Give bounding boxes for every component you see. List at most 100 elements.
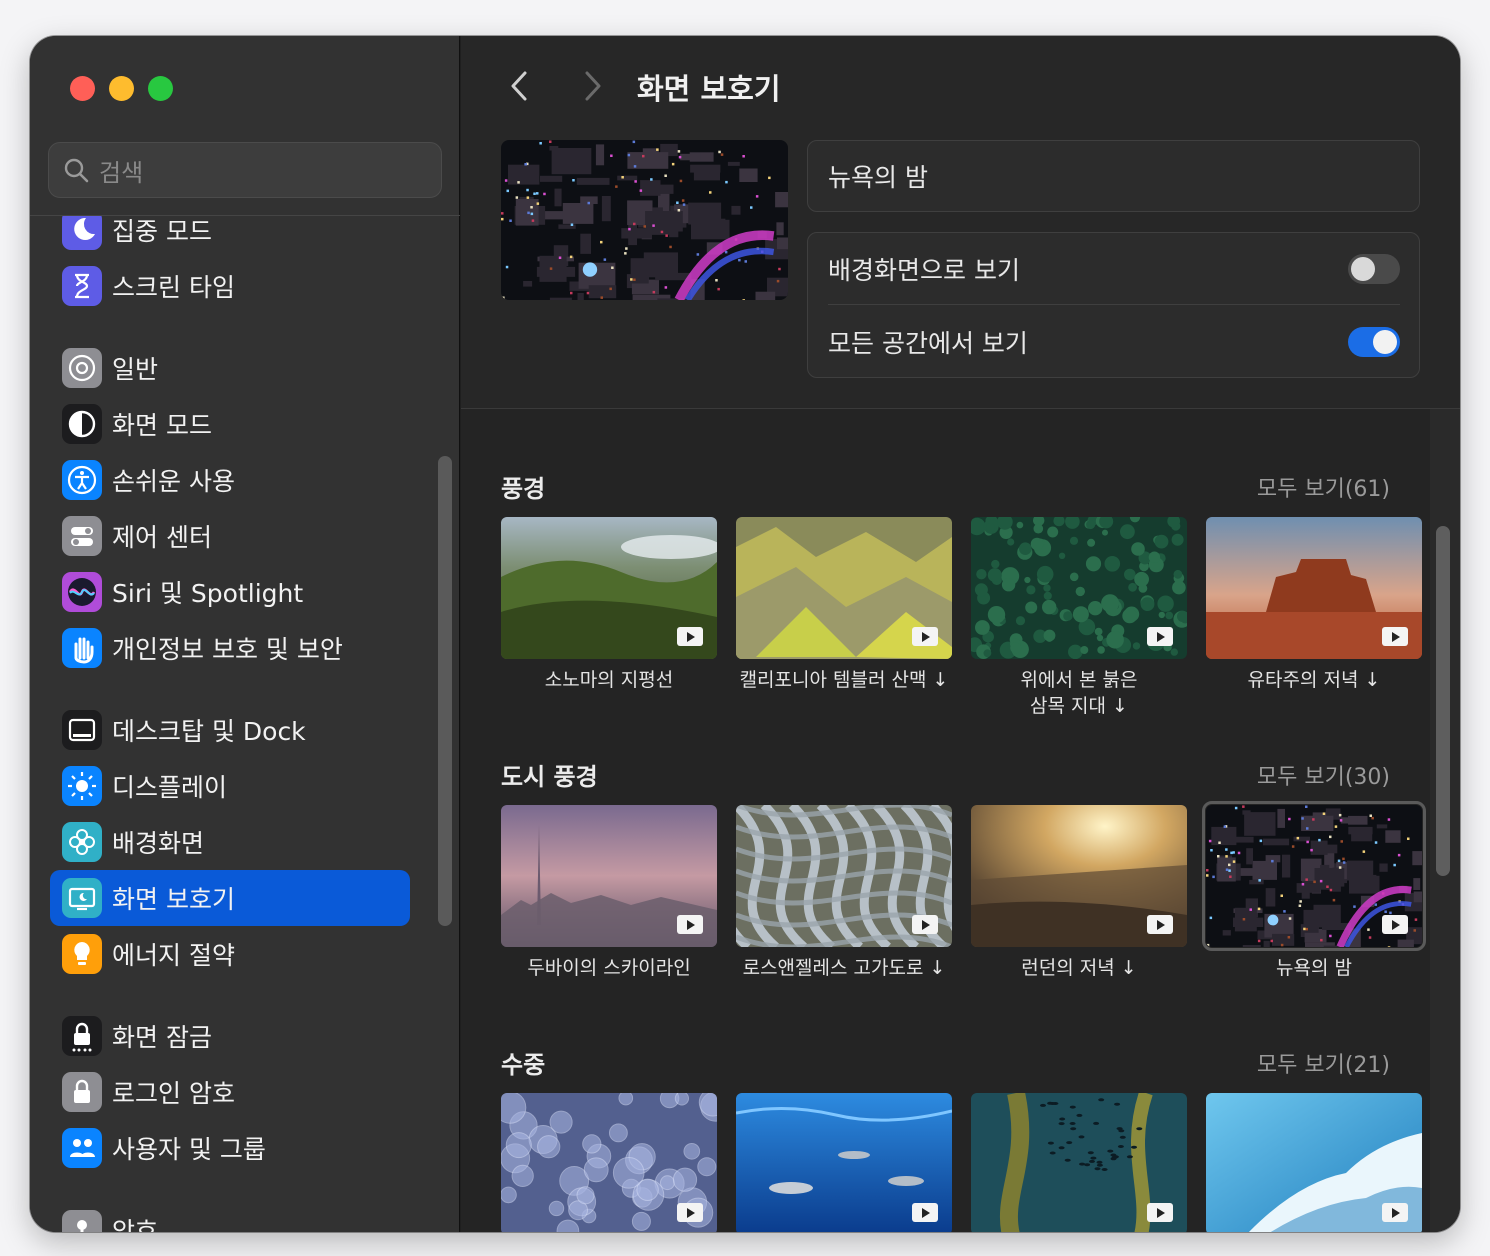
show-all-spaces-label: 모든 공간에서 보기 [828,329,1028,358]
screensaver-tile[interactable]: 타히티의 해안 ↓ [1206,1093,1422,1232]
screensaver-thumbnail [971,1093,1187,1232]
sidebar-item[interactable]: 제어 센터 [50,508,410,564]
screensaver-thumbnail [1206,517,1422,659]
sidebar-item-label: 화면 모드 [112,411,212,440]
screensaver-tile[interactable]: 두바이의 스카이라인 [501,805,717,981]
see-all-link[interactable]: 모두 보기(30) [1257,759,1390,791]
screensaver-caption: 캘리포니아 템블러 산맥 ↓ [736,667,952,693]
screensaver-tile[interactable]: 뉴욕의 밤 [1202,801,1426,981]
play-icon [677,1203,703,1222]
sidebar-list: 집중 모드스크린 타임일반화면 모드손쉬운 사용제어 센터 Siri 및 Spot… [30,216,460,1232]
sidebar-item-label: 디스플레이 [112,773,228,802]
sidebar-item[interactable]: 집중 모드 [50,216,410,258]
gear-icon [62,348,102,388]
sidebar-item-label: 배경화면 [112,829,205,858]
search-placeholder: 검색 [99,158,144,187]
screensaver-tile[interactable]: 알래스카 해파리 [501,1093,717,1232]
sidebar-item[interactable]: 사용자 및 그룹 [50,1120,410,1176]
screensaver-tile[interactable]: 캘리포니아 템블러 산맥 ↓ [736,517,952,693]
close-button[interactable] [70,76,95,101]
screensaver-tile[interactable]: 런던의 저녁 ↓ [971,805,1187,981]
sidebar-item-label: 로그인 암호 [112,1079,235,1108]
play-icon [912,627,938,646]
screensaver-thumbnail [501,1093,717,1232]
sidebar-item-label: 일반 [112,355,159,384]
screensaver-caption: 로스앤젤레스 고가도로 ↓ [736,955,952,981]
caption-line: 위에서 본 붉은 [1020,669,1138,691]
category-title: 수중 [501,1051,546,1079]
screensaver-preview [501,140,788,300]
sidebar-item[interactable]: 데스크탑 및 Dock [50,702,410,758]
screensaver-thumbnail [1206,1093,1422,1232]
play-icon [912,1203,938,1222]
screensaver-name: 뉴욕의 밤 [807,140,1420,212]
sidebar-item[interactable]: 화면 잠금 [50,1008,410,1064]
screensaver-caption: 런던의 저녁 ↓ [971,955,1187,981]
sidebar-item-label: Siri 및 Spotlight [112,579,304,608]
sidebar-item[interactable]: 스크린 타임 [50,258,410,314]
screensaver-caption: 뉴욕의 밤 [1206,955,1422,981]
screensaver-gallery: 풍경 모두 보기(61) 소노마의 지평선 캘리포니아 템블러 산맥 ↓ 위에서 본 붉… [461,409,1430,1232]
screensaver-tile[interactable]: 유타주의 저녁 ↓ [1206,517,1422,693]
see-all-link[interactable]: 모두 보기(21) [1257,1047,1390,1079]
toolbar: 화면 보호기 [461,36,1460,136]
play-icon [1147,915,1173,934]
caption-line: 두바이의 스카이라인 [527,957,691,979]
screensaver-tile[interactable]: 캘리포니아 다시마숲 ↓ [971,1093,1187,1232]
sidebar-item-label: 화면 잠금 [112,1023,212,1052]
toggle-knob [1351,256,1375,281]
sidebar-item[interactable]: 개인정보 보호 및 보안 [50,620,410,676]
sidebar-item[interactable]: 화면 보호기 [50,870,410,926]
caption-line: 로스앤젤레스 고가도로 ↓ [742,957,946,979]
sidebar-scrollbar[interactable] [438,456,452,926]
siri-icon [62,572,102,612]
screensaver-thumbnail [736,805,952,947]
sidebar-item-label: 암호 [112,1217,159,1232]
back-chevron-icon[interactable] [505,68,535,104]
sidebar-item[interactable]: 에너지 절약 [50,926,410,982]
switches-icon [62,516,102,556]
dock-icon [62,710,102,750]
hourglass-icon [62,266,102,306]
show-as-wallpaper-row: 배경화면으로 보기 [828,233,1400,305]
settings-window: 검색 집중 모드스크린 타임일반화면 모드손쉬운 사용제어 센터 Siri 및 S… [30,36,1460,1232]
screensaver-tile[interactable]: 소노마의 지평선 [501,517,717,693]
screensaver-tile[interactable]: 위에서 본 붉은 삼목 지대 ↓ [971,517,1187,719]
sidebar-item-label: 제어 센터 [112,523,212,552]
sidebar-item-label: 집중 모드 [112,217,212,246]
caption-line: 런던의 저녁 ↓ [1021,957,1137,979]
sidebar-item-label: 스크린 타임 [112,273,235,302]
sidebar-item-label: 데스크탑 및 Dock [112,717,306,746]
sidebar-item-label: 화면 보호기 [112,885,235,914]
sidebar-item[interactable]: 손쉬운 사용 [50,452,410,508]
screensaver-caption: 두바이의 스카이라인 [501,955,717,981]
page-title: 화면 보호기 [637,72,781,106]
caption-line: 소노마의 지평선 [544,669,674,691]
options-group: 배경화면으로 보기 모든 공간에서 보기 [807,232,1420,378]
play-icon [1382,1203,1408,1222]
show-as-wallpaper-toggle[interactable] [1348,253,1400,284]
screensaver-tile[interactable]: 캘리포니아 돌고래 무리 ↓ [736,1093,952,1232]
category-title: 도시 풍경 [501,763,598,791]
sidebar: 검색 집중 모드스크린 타임일반화면 모드손쉬운 사용제어 센터 Siri 및 S… [30,36,460,1232]
sidebar-item[interactable]: 로그인 암호 [50,1064,410,1120]
users-icon [62,1128,102,1168]
screensaver-thumbnail [736,517,952,659]
sidebar-item[interactable]: 일반 [50,340,410,396]
sidebar-item-label: 사용자 및 그룹 [112,1135,266,1164]
screensaver-tile[interactable]: 로스앤젤레스 고가도로 ↓ [736,805,952,981]
minimize-button[interactable] [109,76,134,101]
sidebar-item[interactable]: 암호 [50,1202,410,1232]
appearance-icon [62,404,102,444]
sidebar-item[interactable]: 디스플레이 [50,758,410,814]
show-all-spaces-toggle[interactable] [1348,327,1400,357]
main-scrollbar[interactable] [1436,526,1450,876]
zoom-button[interactable] [148,76,173,101]
sidebar-item[interactable]: Siri 및 Spotlight [50,564,410,620]
screensaver-thumbnail [501,805,717,947]
search-field[interactable]: 검색 [48,142,442,198]
sidebar-item[interactable]: 화면 모드 [50,396,410,452]
forward-chevron-icon[interactable] [577,68,607,104]
sidebar-item[interactable]: 배경화면 [50,814,410,870]
see-all-link[interactable]: 모두 보기(61) [1257,471,1390,503]
